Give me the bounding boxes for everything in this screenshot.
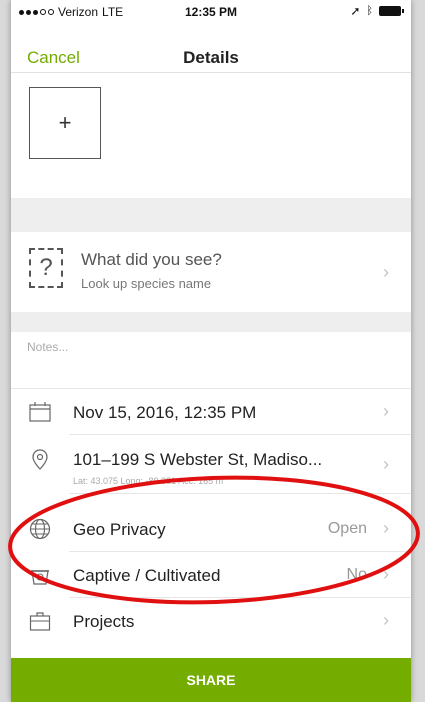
location-coordinates: Lat: 43.075 Long: -89.381 Acc: 165 m	[73, 476, 224, 486]
calendar-icon	[29, 402, 51, 422]
section-separator-2	[11, 312, 411, 332]
captive-label: Captive / Cultivated	[73, 566, 221, 585]
section-separator	[11, 198, 411, 232]
status-right: ➚ ᛒ	[350, 4, 404, 18]
location-pin-icon	[32, 449, 48, 470]
share-label: SHARE	[186, 672, 236, 688]
photo-section: +	[11, 72, 411, 203]
globe-icon	[29, 518, 51, 540]
status-bar: Verizon LTE 12:35 PM ➚ ᛒ	[11, 0, 411, 22]
bluetooth-icon: ᛒ	[366, 5, 373, 17]
projects-label: Projects	[73, 612, 135, 631]
species-lookup-row[interactable]: ? What did you see? Look up species name…	[11, 236, 411, 316]
page-title: Details	[183, 48, 239, 67]
chevron-right-icon: ›	[383, 454, 389, 474]
notes-placeholder: Notes...	[27, 340, 69, 354]
notes-field[interactable]: Notes...	[11, 332, 411, 389]
chevron-right-icon: ›	[383, 401, 389, 421]
add-photo-button[interactable]: +	[29, 87, 101, 159]
chevron-right-icon: ›	[383, 564, 389, 584]
geo-privacy-value: Open	[327, 520, 367, 537]
geo-privacy-row[interactable]: Geo Privacy Open ›	[11, 506, 411, 552]
captive-value: No	[346, 566, 367, 583]
location-row[interactable]: 101–199 S Webster St, Madiso... Lat: 43.…	[11, 436, 411, 494]
navigation-bar: Cancel Details	[11, 38, 411, 68]
species-subtitle: Look up species name	[81, 276, 212, 291]
chevron-right-icon: ›	[383, 262, 389, 282]
geo-privacy-label: Geo Privacy	[73, 520, 166, 539]
date-row[interactable]: Nov 15, 2016, 12:35 PM ›	[11, 389, 411, 435]
projects-row[interactable]: Projects ›	[11, 598, 411, 644]
share-button[interactable]: SHARE	[11, 658, 411, 702]
briefcase-icon	[29, 612, 51, 631]
chevron-right-icon: ›	[383, 610, 389, 630]
phone-screen: Verizon LTE 12:35 PM ➚ ᛒ Cancel Details …	[11, 0, 411, 702]
location-address: 101–199 S Webster St, Madiso...	[73, 450, 323, 469]
question-mark-icon: ?	[29, 248, 63, 288]
plus-icon: +	[58, 110, 72, 135]
battery-icon	[379, 6, 404, 16]
captive-cultivated-row[interactable]: Captive / Cultivated No ›	[11, 552, 411, 598]
species-prompt: What did you see?	[81, 250, 222, 269]
pot-icon	[31, 570, 49, 585]
chevron-right-icon: ›	[383, 518, 389, 538]
location-arrow-icon: ➚	[350, 4, 361, 18]
date-label: Nov 15, 2016, 12:35 PM	[73, 403, 257, 422]
